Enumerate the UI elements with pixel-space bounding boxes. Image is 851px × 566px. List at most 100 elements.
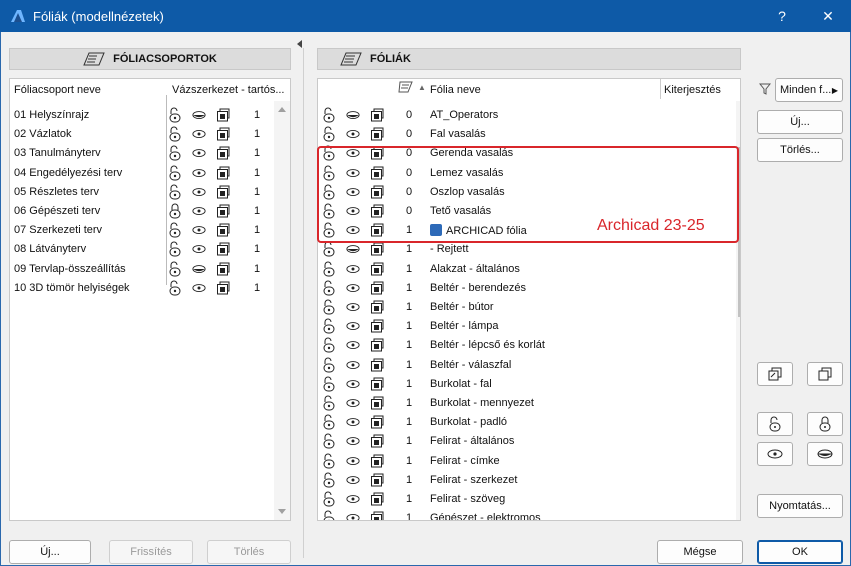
layer-row[interactable]: 1 Beltér - berendezés: [318, 279, 734, 298]
unlock-icon[interactable]: [322, 107, 336, 123]
unlock-icon[interactable]: [322, 318, 336, 334]
unlock-icon[interactable]: [168, 126, 182, 142]
wireframe-icon[interactable]: [216, 281, 230, 295]
unlock-icon[interactable]: [322, 261, 336, 277]
wireframe-icon[interactable]: [216, 166, 230, 180]
wireframe-icon[interactable]: [370, 242, 384, 256]
unlock-icon[interactable]: [168, 241, 182, 257]
wireframe-icon[interactable]: [370, 492, 384, 506]
unlock-icon[interactable]: [322, 472, 336, 488]
eye-closed-icon[interactable]: [192, 108, 206, 122]
layer-row[interactable]: 1 Burkolat - fal: [318, 375, 734, 394]
combination-row[interactable]: 09 Tervlap-összeállítás 1: [10, 260, 272, 279]
eye-icon[interactable]: [346, 338, 360, 352]
refresh-button[interactable]: Frissítés: [109, 540, 193, 564]
eye-icon[interactable]: [346, 127, 360, 141]
eye-icon[interactable]: [192, 146, 206, 160]
unlock-icon[interactable]: [322, 433, 336, 449]
cancel-button[interactable]: Mégse: [657, 540, 743, 564]
layer-row[interactable]: 0 Fal vasalás: [318, 125, 734, 144]
wireframe-icon[interactable]: [370, 262, 384, 276]
eye-icon[interactable]: [192, 242, 206, 256]
print-button[interactable]: Nyomtatás...: [757, 494, 843, 518]
wireframe-icon[interactable]: [216, 108, 230, 122]
combination-row[interactable]: 10 3D tömör helyiségek 1: [10, 279, 272, 298]
wireframe-icon[interactable]: [216, 127, 230, 141]
wireframe-icon[interactable]: [370, 377, 384, 391]
col-header-extension[interactable]: Kiterjesztés: [664, 84, 721, 96]
wireframe-icon[interactable]: [370, 338, 384, 352]
eye-icon[interactable]: [346, 300, 360, 314]
eye-icon[interactable]: [346, 415, 360, 429]
eye-closed-icon[interactable]: [346, 242, 360, 256]
layer-row[interactable]: 1 Felirat - általános: [318, 432, 734, 451]
unlock-icon[interactable]: [322, 299, 336, 315]
wireframe-icon[interactable]: [370, 108, 384, 122]
layer-row[interactable]: 1 Burkolat - padló: [318, 413, 734, 432]
wireframe-icon[interactable]: [370, 396, 384, 410]
unlock-icon[interactable]: [322, 491, 336, 507]
unlock-icon[interactable]: [322, 337, 336, 353]
unlock-icon[interactable]: [322, 414, 336, 430]
eye-icon[interactable]: [346, 492, 360, 506]
unlock-icon[interactable]: [322, 241, 336, 257]
unlock-icon[interactable]: [322, 395, 336, 411]
unlock-icon[interactable]: [168, 165, 182, 181]
wireframe-icon[interactable]: [216, 185, 230, 199]
layer-row[interactable]: 1 Felirat - szerkezet: [318, 471, 734, 490]
col-header-combination-name[interactable]: Fóliacsoport neve: [14, 84, 101, 96]
eye-icon[interactable]: [346, 319, 360, 333]
wireframe-icon[interactable]: [216, 242, 230, 256]
sort-ascending-icon[interactable]: ▲: [418, 83, 426, 92]
unlock-icon[interactable]: [322, 376, 336, 392]
eye-icon[interactable]: [192, 281, 206, 295]
wireframe-icon[interactable]: [370, 127, 384, 141]
lock-icon[interactable]: [168, 203, 182, 219]
scroll-down-icon[interactable]: [278, 509, 286, 514]
layer-row[interactable]: 1 - Rejtett: [318, 240, 734, 259]
wireframe-icon[interactable]: [370, 281, 384, 295]
duplicate-layer-button[interactable]: [807, 362, 843, 386]
combination-row[interactable]: 05 Részletes terv 1: [10, 183, 272, 202]
unlock-icon[interactable]: [168, 145, 182, 161]
layer-row[interactable]: 1 Beltér - válaszfal: [318, 356, 734, 375]
wireframe-icon[interactable]: [370, 300, 384, 314]
eye-icon[interactable]: [192, 185, 206, 199]
eye-icon[interactable]: [346, 511, 360, 520]
wireframe-icon[interactable]: [370, 415, 384, 429]
delete-combination-button[interactable]: Törlés: [207, 540, 291, 564]
unlock-icon[interactable]: [168, 280, 182, 296]
hide-all-button[interactable]: [807, 442, 843, 466]
new-combination-button[interactable]: Új...: [9, 540, 91, 564]
wireframe-icon[interactable]: [370, 454, 384, 468]
combination-row[interactable]: 02 Vázlatok 1: [10, 125, 272, 144]
close-button[interactable]: ✕: [805, 0, 851, 32]
layer-row[interactable]: 1 Burkolat - mennyezet: [318, 394, 734, 413]
eye-icon[interactable]: [192, 166, 206, 180]
scroll-up-icon[interactable]: [278, 107, 286, 112]
eye-icon[interactable]: [346, 262, 360, 276]
eye-closed-icon[interactable]: [346, 108, 360, 122]
ok-button[interactable]: OK: [757, 540, 843, 564]
eye-icon[interactable]: [346, 281, 360, 295]
panel-splitter[interactable]: [303, 48, 304, 558]
eye-icon[interactable]: [346, 396, 360, 410]
wireframe-icon[interactable]: [216, 146, 230, 160]
unlock-icon[interactable]: [168, 261, 182, 277]
eye-icon[interactable]: [346, 434, 360, 448]
new-layer-button[interactable]: Új...: [757, 110, 843, 134]
combination-row[interactable]: 04 Engedélyezési terv 1: [10, 164, 272, 183]
eye-icon[interactable]: [192, 127, 206, 141]
unlock-icon[interactable]: [168, 184, 182, 200]
combination-row[interactable]: 03 Tanulmányterv 1: [10, 144, 272, 163]
wireframe-icon[interactable]: [370, 511, 384, 520]
unlock-icon[interactable]: [168, 107, 182, 123]
combination-row[interactable]: 01 Helyszínrajz 1: [10, 106, 272, 125]
wireframe-icon[interactable]: [370, 473, 384, 487]
eye-icon[interactable]: [192, 223, 206, 237]
wireframe-icon[interactable]: [370, 319, 384, 333]
wireframe-icon[interactable]: [216, 262, 230, 276]
show-all-button[interactable]: [757, 442, 793, 466]
col-header-model-view[interactable]: Vázszerkezet - tartós...: [172, 84, 284, 96]
unlock-icon[interactable]: [322, 453, 336, 469]
